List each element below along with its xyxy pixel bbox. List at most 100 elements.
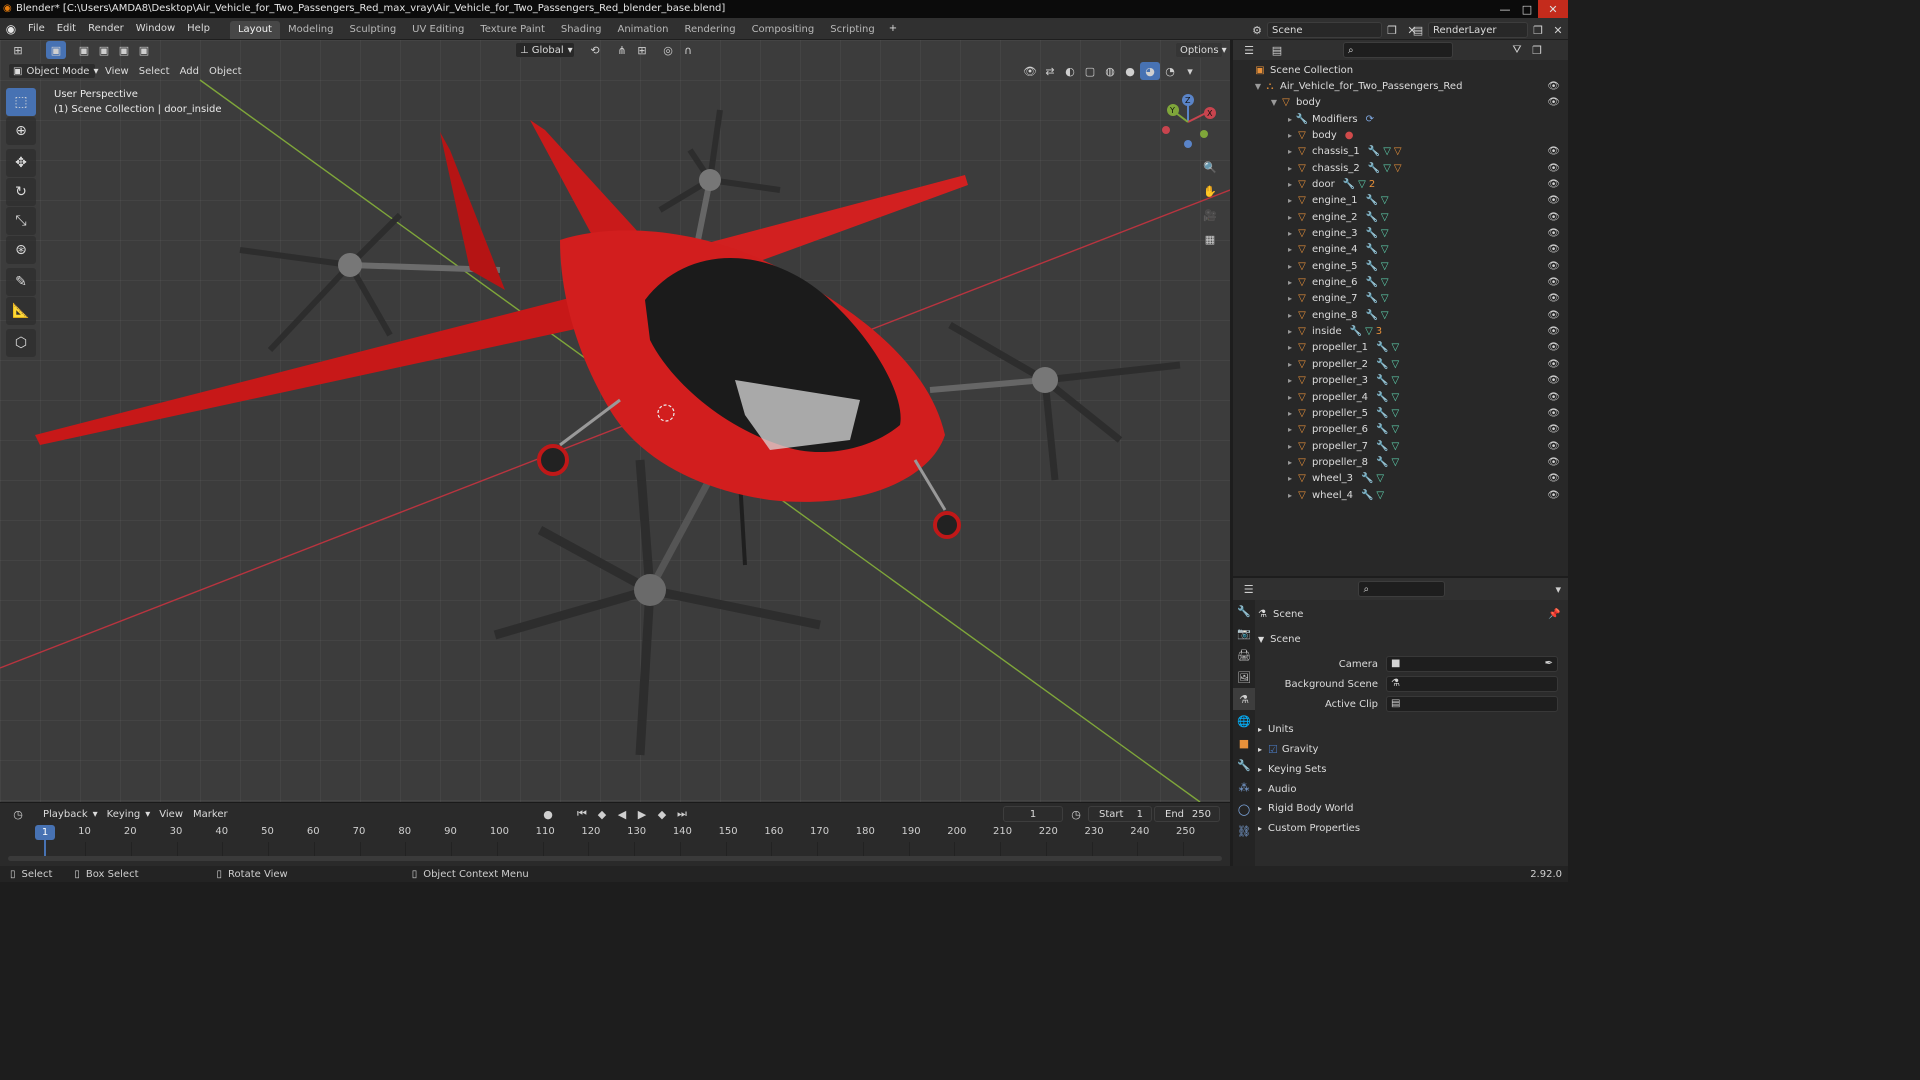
view-layer-tab-icon[interactable]: 🖼 [1233, 666, 1255, 688]
select-box-tool-icon[interactable]: ⬚ [6, 88, 36, 116]
expand-arrow-icon[interactable]: ▸ [1285, 474, 1295, 483]
wireframe-shading-icon[interactable]: ◍ [1100, 62, 1120, 80]
expand-arrow-icon[interactable]: ▸ [1285, 491, 1295, 500]
playhead[interactable]: 1 [35, 825, 55, 840]
outliner-item-propeller-6[interactable]: ▸ ▽ propeller_6 🔧 ▽ 👁 [1233, 422, 1568, 438]
move-tool-icon[interactable]: ✥ [6, 149, 36, 177]
particles-tab-icon[interactable]: ⁂ [1233, 776, 1255, 798]
pin-icon[interactable]: 📌 [1548, 609, 1560, 620]
menu-edit[interactable]: Edit [51, 18, 82, 40]
outliner-item-body-parent[interactable]: ▼ ▽ body 👁 [1233, 95, 1568, 111]
constraints-tab-icon[interactable]: ⛓ [1233, 820, 1255, 842]
expand-arrow-icon[interactable]: ▸ [1285, 409, 1295, 418]
expand-arrow-icon[interactable]: ▸ [1285, 262, 1295, 271]
eye-icon[interactable]: 👁 [1547, 392, 1560, 403]
outliner-item-propeller-8[interactable]: ▸ ▽ propeller_8 🔧 ▽ 👁 [1233, 454, 1568, 470]
timeline-editor-icon[interactable]: ◷ [8, 805, 28, 823]
delete-layer-icon[interactable]: ✕ [1548, 21, 1568, 39]
outliner-item-engine-6[interactable]: ▸ ▽ engine_6 🔧 ▽ 👁 [1233, 275, 1568, 291]
outliner-item-propeller-2[interactable]: ▸ ▽ propeller_2 🔧 ▽ 👁 [1233, 356, 1568, 372]
timeline-menu-marker[interactable]: Marker [188, 805, 233, 823]
transform-tool-icon[interactable]: ⊛ [6, 236, 36, 264]
properties-options-icon[interactable]: ▾ [1549, 580, 1568, 598]
expand-arrow-icon[interactable]: ▸ [1285, 213, 1295, 222]
outliner-item-propeller-4[interactable]: ▸ ▽ propeller_4 🔧 ▽ 👁 [1233, 389, 1568, 405]
blender-menu-icon[interactable]: ◉ [0, 22, 22, 36]
outliner-scene-collection[interactable]: ▣ Scene Collection [1233, 62, 1568, 78]
expand-arrow-icon[interactable]: ▸ [1285, 278, 1295, 287]
proportional-edit-icon[interactable]: ◎ [658, 41, 678, 59]
outliner-item-engine-2[interactable]: ▸ ▽ engine_2 🔧 ▽ 👁 [1233, 209, 1568, 225]
eye-icon[interactable]: 👁 [1547, 473, 1560, 484]
jump-start-icon[interactable]: ⏮ [572, 805, 592, 823]
cursor-tool-icon[interactable]: ⊕ [6, 117, 36, 145]
new-collection-icon[interactable]: ❐ [1527, 41, 1547, 59]
zoom-icon[interactable]: 🔍 [1200, 158, 1220, 176]
expand-arrow-icon[interactable]: ▸ [1285, 327, 1295, 336]
add-cube-tool-icon[interactable]: ⬡ [6, 329, 36, 357]
end-frame-field[interactable]: End 250 [1154, 806, 1220, 822]
menu-help[interactable]: Help [181, 18, 216, 40]
scene-icon[interactable]: ⚙ [1247, 21, 1267, 39]
expand-arrow-icon[interactable]: ▸ [1285, 196, 1295, 205]
maximize-button[interactable]: □ [1516, 0, 1538, 18]
outliner-item-engine-1[interactable]: ▸ ▽ engine_1 🔧 ▽ 👁 [1233, 193, 1568, 209]
menu-window[interactable]: Window [130, 18, 181, 40]
rotate-tool-icon[interactable]: ↻ [6, 178, 36, 206]
expand-arrow-icon[interactable]: ▸ [1285, 458, 1295, 467]
object-mode-dropdown[interactable]: ▣ Object Mode ▾ [8, 63, 98, 79]
eyedropper-icon[interactable]: ✒ [1545, 658, 1553, 669]
timeline-menu-view[interactable]: View [154, 805, 188, 823]
start-frame-field[interactable]: Start 1 [1088, 806, 1152, 822]
viewport-menu-object[interactable]: Object [204, 62, 247, 80]
next-keyframe-icon[interactable]: ◆ [652, 805, 672, 823]
expand-arrow-icon[interactable]: ▸ [1285, 376, 1295, 385]
scale-tool-icon[interactable]: ⤡ [6, 207, 36, 235]
outliner-item-engine-4[interactable]: ▸ ▽ engine_4 🔧 ▽ 👁 [1233, 242, 1568, 258]
snap-target-icon[interactable]: ⊞ [632, 41, 652, 59]
overlay-icon[interactable]: ◐ [1060, 62, 1080, 80]
expand-arrow-icon[interactable]: ▸ [1285, 245, 1295, 254]
tab-rendering[interactable]: Rendering [676, 21, 743, 39]
ortho-grid-icon[interactable]: ▦ [1200, 230, 1220, 248]
eye-icon[interactable]: 👁 [1547, 179, 1560, 190]
outliner-item-propeller-5[interactable]: ▸ ▽ propeller_5 🔧 ▽ 👁 [1233, 405, 1568, 421]
eye-icon[interactable]: 👁 [1547, 277, 1560, 288]
outliner-item-modifiers[interactable]: ▸ 🔧 Modifiers ⟳ [1233, 111, 1568, 127]
outliner-item-wheel-3[interactable]: ▸ ▽ wheel_3 🔧 ▽ 👁 [1233, 471, 1568, 487]
active-clip-field[interactable]: ▤ [1386, 696, 1558, 712]
tab-sculpting[interactable]: Sculpting [341, 21, 404, 39]
jump-end-icon[interactable]: ⏭ [672, 805, 692, 823]
world-tab-icon[interactable]: 🌐 [1233, 710, 1255, 732]
panel-audio[interactable]: ▸ Audio [1258, 780, 1296, 798]
preview-range-icon[interactable]: ◷ [1066, 805, 1086, 823]
outliner-item-door[interactable]: ▸ ▽ door 🔧 ▽ 2 👁 [1233, 176, 1568, 192]
outliner-item-propeller-1[interactable]: ▸ ▽ propeller_1 🔧 ▽ 👁 [1233, 340, 1568, 356]
eye-icon[interactable]: 👁 [1547, 326, 1560, 337]
eye-icon[interactable]: 👁 [1547, 261, 1560, 272]
expand-arrow-icon[interactable]: ▸ [1285, 229, 1295, 238]
annotate-tool-icon[interactable]: ✎ [6, 268, 36, 296]
tab-animation[interactable]: Animation [610, 21, 677, 39]
eye-icon[interactable]: 👁 [1547, 424, 1560, 435]
outliner-item-chassis-1[interactable]: ▸ ▽ chassis_1 🔧 ▽ ▽ 👁 [1233, 144, 1568, 160]
object-tab-icon[interactable]: ■ [1233, 732, 1255, 754]
xray-icon[interactable]: ▢ [1080, 62, 1100, 80]
display-mode-icon[interactable]: ▤ [1267, 41, 1287, 59]
expand-arrow-icon[interactable]: ▸ [1285, 343, 1295, 352]
play-reverse-icon[interactable]: ◀ [612, 805, 632, 823]
render-tab-icon[interactable]: 📷 [1233, 622, 1255, 644]
select-invert-icon[interactable]: ▣ [134, 41, 154, 59]
select-subtract-icon[interactable]: ▣ [114, 41, 134, 59]
view-layer-icon[interactable]: ▤ [1408, 21, 1428, 39]
record-icon[interactable]: ● [538, 805, 558, 823]
timeline-menu-keying[interactable]: Keying [102, 805, 146, 823]
scene-tab-icon[interactable]: ⚗ [1233, 688, 1255, 710]
eye-icon[interactable]: 👁 [1547, 81, 1560, 92]
expand-arrow-icon[interactable]: ▸ [1285, 164, 1295, 173]
tab-compositing[interactable]: Compositing [744, 21, 823, 39]
camera-field[interactable]: ■ ✒ [1386, 656, 1558, 672]
expand-arrow-icon[interactable]: ▸ [1285, 442, 1295, 451]
timeline-scrollbar[interactable] [8, 856, 1222, 861]
outliner-search-input[interactable]: ⌕ [1343, 42, 1453, 58]
